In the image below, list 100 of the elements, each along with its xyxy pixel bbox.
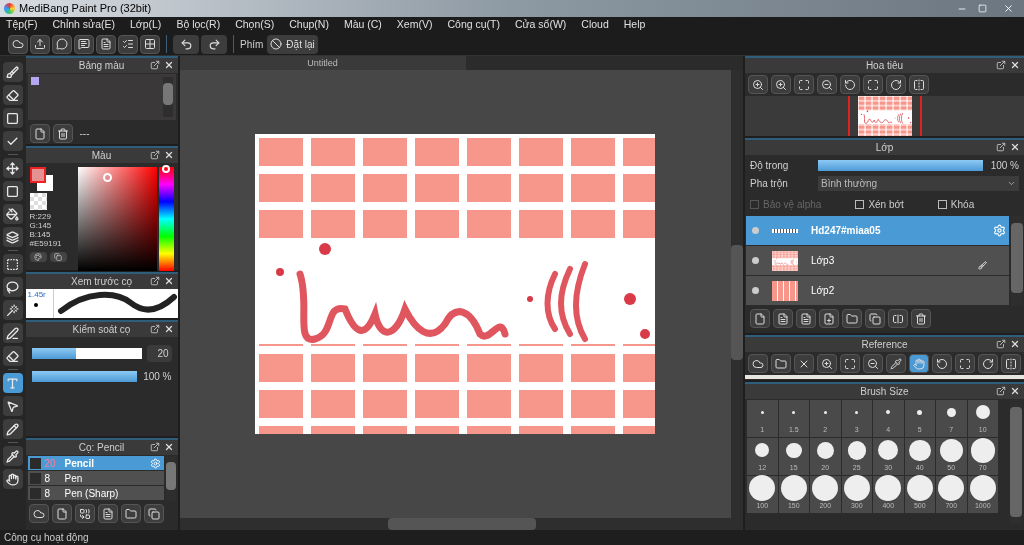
layer-opacity-slider[interactable] [818, 160, 983, 171]
undo-button[interactable] [173, 34, 199, 54]
opacity-slider[interactable] [31, 371, 137, 382]
menu-item[interactable]: Chỉnh sửa(E) [52, 17, 115, 33]
rotate-right-icon[interactable] [978, 354, 998, 374]
duplicate-icon[interactable] [865, 309, 885, 328]
close-icon[interactable] [163, 324, 174, 334]
actual-size-icon[interactable] [955, 354, 975, 374]
brush-icon[interactable] [2, 62, 23, 82]
square-icon[interactable] [2, 181, 23, 201]
dashed-square-icon[interactable] [2, 254, 23, 274]
rotate-left-icon[interactable] [840, 75, 860, 94]
flip-icon[interactable] [1001, 354, 1021, 374]
layer-1bit-icon[interactable] [796, 309, 816, 328]
add-layer-icon[interactable] [819, 309, 839, 328]
wand-icon[interactable] [2, 300, 23, 320]
blend-dropdown[interactable]: Bình thường [818, 176, 1019, 191]
layer-row[interactable]: Lớp2 [746, 276, 1009, 306]
zoom-in-icon[interactable] [771, 75, 791, 94]
menu-item[interactable]: Help [623, 17, 646, 33]
layers-icon[interactable] [2, 227, 23, 247]
close-icon[interactable] [163, 276, 174, 286]
size-slider[interactable] [31, 348, 142, 359]
fit-icon[interactable] [840, 354, 860, 374]
zoom-out-icon[interactable] [863, 354, 883, 374]
popout-icon[interactable] [149, 276, 160, 286]
cloud-icon[interactable] [28, 504, 49, 523]
pencil-icon[interactable] [2, 419, 23, 439]
new-file-icon[interactable] [29, 124, 50, 143]
palette-icon[interactable] [29, 252, 47, 262]
document-icon[interactable] [96, 34, 116, 54]
transparent-swatch[interactable] [29, 193, 47, 210]
eraser-icon[interactable] [2, 346, 23, 366]
eyedropper-icon[interactable] [2, 446, 23, 466]
visibility-icon[interactable] [752, 257, 759, 264]
menu-item[interactable]: Tệp(F) [6, 17, 38, 33]
eyedropper-icon[interactable] [886, 354, 906, 374]
close-icon[interactable] [163, 442, 174, 452]
zoom-icon[interactable] [748, 75, 768, 94]
menu-item[interactable]: Cloud [581, 17, 609, 33]
visibility-icon[interactable] [752, 287, 759, 294]
close-icon[interactable] [163, 60, 174, 70]
document-tab[interactable]: Untitled [179, 56, 466, 70]
popout-icon[interactable] [149, 150, 160, 160]
text-icon[interactable] [2, 373, 23, 393]
popout-icon[interactable] [149, 60, 160, 70]
zoom-in-icon[interactable] [817, 354, 837, 374]
redo-button[interactable] [201, 34, 227, 54]
grid-icon[interactable] [140, 34, 160, 54]
horizontal-scrollbar[interactable] [179, 518, 743, 530]
lasso-icon[interactable] [2, 277, 23, 297]
folder-icon[interactable] [120, 504, 141, 523]
folder-icon[interactable] [842, 309, 862, 328]
new-layer-icon[interactable] [750, 309, 770, 328]
picker-handle[interactable] [102, 173, 112, 182]
color-swatch[interactable] [30, 77, 39, 85]
brush-row[interactable]: 20 Pencil [27, 456, 164, 471]
popout-icon[interactable] [996, 142, 1006, 152]
popout-icon[interactable] [996, 339, 1006, 350]
flip-icon[interactable] [909, 75, 929, 94]
message-icon[interactable] [74, 34, 94, 54]
menu-item[interactable]: Màu (C) [343, 17, 382, 33]
folder-icon[interactable] [771, 354, 791, 374]
menu-item[interactable]: Công cụ(T) [447, 17, 500, 33]
actual-size-icon[interactable] [863, 75, 883, 94]
cloud-icon[interactable] [748, 354, 768, 374]
script-icon[interactable] [97, 504, 118, 523]
zoom-out-icon[interactable] [817, 75, 837, 94]
swap-icon[interactable] [49, 252, 67, 262]
rotate-left-icon[interactable] [932, 354, 952, 374]
square-icon[interactable] [2, 108, 23, 128]
menu-item[interactable]: Chụp(N) [289, 17, 329, 33]
menu-item[interactable]: Cửa sổ(W) [514, 17, 567, 33]
close-icon[interactable] [163, 150, 174, 160]
menu-item[interactable]: Bộ lọc(R) [176, 17, 221, 33]
new-file-icon[interactable] [51, 504, 72, 523]
brush-row[interactable]: 8 Pen [27, 471, 164, 486]
settings-icon[interactable] [993, 224, 1006, 237]
pen-icon[interactable] [2, 323, 23, 343]
brush-type-icon[interactable] [74, 504, 95, 523]
polyline-icon[interactable] [2, 131, 23, 151]
menu-item[interactable]: Xem(V) [396, 17, 433, 33]
move-icon[interactable] [2, 158, 23, 178]
hand-icon[interactable] [909, 354, 929, 374]
share-icon[interactable] [30, 34, 50, 54]
close-icon[interactable] [1010, 339, 1020, 350]
hand-icon[interactable] [2, 469, 23, 489]
brush-row[interactable]: 8 Pen (Sharp) [27, 486, 164, 501]
size-value[interactable]: 20 [146, 345, 172, 362]
list-icon[interactable] [118, 34, 138, 54]
eraser-icon[interactable] [2, 85, 23, 105]
layer-row[interactable]: Lớp3 [746, 246, 1009, 276]
layer-row[interactable]: Hd247#miaa05 [746, 216, 1009, 246]
scrollbar[interactable] [162, 77, 173, 117]
cloud-icon[interactable] [8, 34, 28, 54]
fit-icon[interactable] [794, 75, 814, 94]
saturation-picker[interactable] [77, 167, 157, 271]
popout-icon[interactable] [996, 60, 1006, 70]
trash-icon[interactable] [911, 309, 931, 328]
pointer-icon[interactable] [2, 396, 23, 416]
